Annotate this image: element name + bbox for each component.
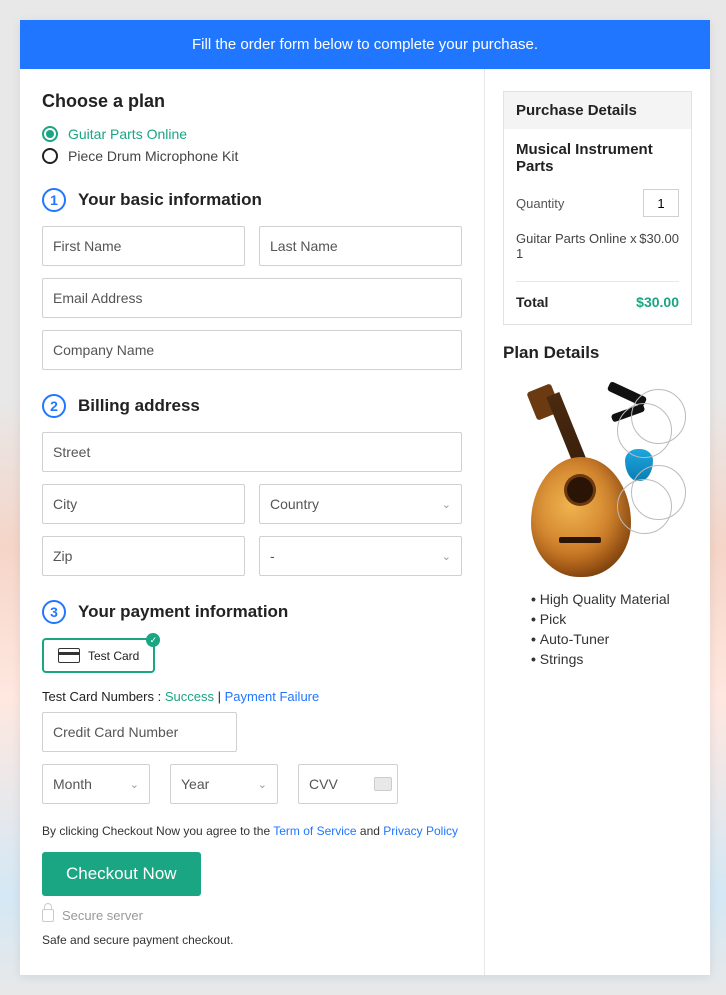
safe-checkout-note: Safe and secure payment checkout.	[42, 933, 462, 947]
month-select[interactable]: Month ⌄	[42, 764, 150, 804]
country-select[interactable]: Country ⌄	[259, 484, 462, 524]
privacy-policy-link[interactable]: Privacy Policy	[383, 824, 458, 838]
lock-icon	[42, 909, 54, 922]
step-number-icon: 3	[42, 600, 66, 624]
plan-option-label: Piece Drum Microphone Kit	[68, 148, 238, 164]
summary-column: Purchase Details Musical Instrument Part…	[485, 69, 710, 975]
purchase-details-panel: Purchase Details Musical Instrument Part…	[503, 91, 692, 325]
string-graphic	[617, 403, 672, 458]
failure-link[interactable]: Payment Failure	[225, 689, 320, 704]
select-label: Country	[270, 496, 319, 512]
line-item-label: Guitar Parts Online x 1	[516, 231, 639, 261]
feature-item: Strings	[531, 651, 692, 667]
total-label: Total	[516, 294, 548, 310]
last-name-input[interactable]	[259, 226, 462, 266]
test-card-helper: Test Card Numbers : Success | Payment Fa…	[42, 689, 462, 704]
step-number-icon: 1	[42, 188, 66, 212]
terms-text: By clicking Checkout Now you agree to th…	[42, 824, 462, 838]
terms-of-service-link[interactable]: Term of Service	[273, 824, 356, 838]
section-payment: 3 Your payment information	[42, 600, 462, 624]
state-select[interactable]: - ⌄	[259, 536, 462, 576]
quantity-input[interactable]	[643, 189, 679, 217]
panel-title: Purchase Details	[504, 92, 691, 129]
form-column: Choose a plan Guitar Parts Online Piece …	[20, 69, 485, 975]
email-input[interactable]	[42, 278, 462, 318]
select-label: Month	[53, 776, 92, 792]
street-input[interactable]	[42, 432, 462, 472]
quantity-label: Quantity	[516, 196, 564, 211]
chevron-down-icon: ⌄	[442, 550, 451, 563]
chevron-down-icon: ⌄	[130, 778, 139, 791]
feature-item: Pick	[531, 611, 692, 627]
checkout-button[interactable]: Checkout Now	[42, 852, 201, 896]
year-select[interactable]: Year ⌄	[170, 764, 278, 804]
section-title: Your basic information	[78, 190, 262, 210]
section-billing: 2 Billing address	[42, 394, 462, 418]
secure-server-note: Secure server	[42, 908, 462, 923]
first-name-input[interactable]	[42, 226, 245, 266]
plan-option-label: Guitar Parts Online	[68, 126, 187, 142]
order-form-container: Fill the order form below to complete yo…	[20, 20, 710, 975]
select-label: Year	[181, 776, 209, 792]
choose-plan-title: Choose a plan	[42, 91, 462, 112]
radio-unselected-icon	[42, 148, 58, 164]
string-graphic	[617, 479, 672, 534]
success-link[interactable]: Success	[165, 689, 214, 704]
card-label: Test Card	[88, 649, 139, 663]
section-basic-info: 1 Your basic information	[42, 188, 462, 212]
credit-card-icon	[374, 777, 392, 791]
chevron-down-icon: ⌄	[442, 498, 451, 511]
plan-option-guitar[interactable]: Guitar Parts Online	[42, 126, 462, 142]
section-title: Billing address	[78, 396, 200, 416]
test-card-option[interactable]: Test Card ✓	[42, 638, 155, 673]
section-title: Your payment information	[78, 602, 288, 622]
radio-selected-icon	[42, 126, 58, 142]
plan-details-title: Plan Details	[503, 343, 692, 363]
line-item-price: $30.00	[639, 231, 679, 261]
select-label: -	[270, 548, 275, 564]
zip-input[interactable]	[42, 536, 245, 576]
feature-list: High Quality Material Pick Auto-Tuner St…	[503, 591, 692, 667]
feature-item: High Quality Material	[531, 591, 692, 607]
cc-number-input[interactable]	[42, 712, 237, 752]
step-number-icon: 2	[42, 394, 66, 418]
chevron-down-icon: ⌄	[258, 778, 267, 791]
credit-card-icon	[58, 648, 80, 663]
plan-option-drum[interactable]: Piece Drum Microphone Kit	[42, 148, 462, 164]
banner: Fill the order form below to complete yo…	[20, 20, 710, 69]
city-input[interactable]	[42, 484, 245, 524]
total-amount: $30.00	[636, 294, 679, 310]
product-title: Musical Instrument Parts	[516, 141, 679, 175]
company-input[interactable]	[42, 330, 462, 370]
feature-item: Auto-Tuner	[531, 631, 692, 647]
checkmark-icon: ✓	[146, 633, 160, 647]
product-image	[503, 377, 692, 577]
